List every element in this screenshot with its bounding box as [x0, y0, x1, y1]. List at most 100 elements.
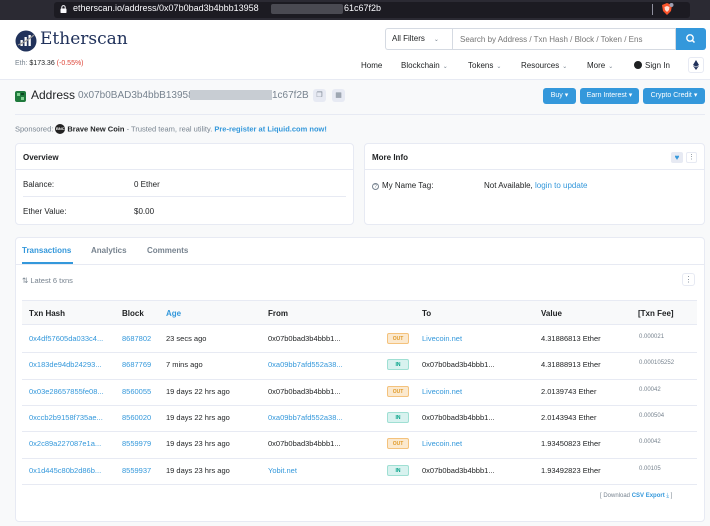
block-link[interactable]: 8687769 [122, 360, 151, 369]
col-age[interactable]: Age [166, 309, 181, 318]
direction-badge: IN [387, 359, 409, 370]
more-options-icon[interactable]: ⋮ [682, 273, 695, 286]
divider [364, 169, 705, 170]
search-filter-select[interactable]: All Filters ⌄ [385, 28, 452, 50]
etherscan-logo-icon[interactable] [15, 30, 37, 52]
block-link[interactable]: 8559979 [122, 439, 151, 448]
nav-resources-label: Resources [521, 61, 560, 70]
txn-value: 4.31888913 Ether [541, 360, 601, 369]
active-tab-indicator [22, 262, 73, 264]
tab-analytics[interactable]: Analytics [91, 246, 127, 255]
tab-comments[interactable]: Comments [147, 246, 188, 255]
nav-signin-label: Sign In [645, 61, 670, 70]
sponsor-logo-icon: BNC [55, 124, 66, 134]
more-options-icon[interactable]: ⋮ [686, 152, 697, 163]
nav-tokens[interactable]: Tokens ⌄ [468, 61, 501, 70]
block-link[interactable]: 8560055 [122, 387, 151, 396]
from-address[interactable]: Yobit.net [268, 466, 297, 475]
sponsored-prefix: Sponsored: [15, 124, 54, 134]
txn-fee: 0.00105 [639, 466, 661, 472]
ethereum-icon [693, 60, 699, 70]
chevron-down-icon: ⌄ [496, 64, 502, 70]
ether-value-label: Ether Value: [23, 207, 67, 216]
redacted-region [190, 90, 272, 100]
name-tag-value: Not Available, login to update [484, 181, 588, 190]
divider [23, 196, 346, 197]
nav-more-label: More [587, 61, 606, 70]
csv-export-note: [ Download CSV Export ⤓ ] [600, 493, 672, 500]
col-txn-fee: [Txn Fee] [638, 309, 674, 318]
eth-price: Eth: $173.36 (-0.55%) [15, 60, 84, 67]
eth-price-label: Eth: [15, 60, 30, 67]
to-address[interactable]: Livecoin.net [422, 439, 462, 448]
nav-signin[interactable]: Sign In [634, 61, 670, 70]
buy-button[interactable]: Buy ▾ [543, 88, 576, 104]
direction-badge: IN [387, 465, 409, 476]
direction-badge: OUT [387, 333, 409, 344]
login-link[interactable]: login to update [535, 181, 588, 190]
chevron-down-icon: ⌄ [442, 64, 448, 70]
csv-export-link[interactable]: CSV Export [632, 493, 665, 499]
tab-transactions[interactable]: Transactions [22, 246, 71, 255]
txn-hash-link[interactable]: 0x2c89a227087e1a... [29, 439, 101, 448]
address-identicon [15, 91, 26, 102]
txn-age: 23 secs ago [166, 334, 207, 343]
divider [15, 264, 705, 265]
block-link[interactable]: 8559937 [122, 466, 151, 475]
earn-interest-button[interactable]: Earn Interest ▾ [580, 88, 639, 104]
txn-hash-link[interactable]: 0x1d445c80b2d86b... [29, 466, 101, 475]
csv-prefix: [ Download [600, 493, 632, 499]
to-address: 0x07b0bad3b4bbb1... [422, 360, 495, 369]
block-link[interactable]: 8687802 [122, 334, 151, 343]
overview-title: Overview [23, 153, 59, 162]
txn-value: 2.0139743 Ether [541, 387, 597, 396]
network-switch[interactable] [688, 57, 704, 73]
eth-price-value: $173.36 [29, 60, 55, 67]
to-address[interactable]: Livecoin.net [422, 334, 462, 343]
nav-home[interactable]: Home [361, 61, 382, 70]
txn-age: 19 days 23 hrs ago [166, 439, 230, 448]
nav-tokens-label: Tokens [468, 61, 494, 70]
crypto-credit-button[interactable]: Crypto Credit ▾ [643, 88, 705, 104]
from-address[interactable]: 0xa09bb7afd552a38... [268, 360, 343, 369]
name-tag-label: ? My Name Tag: [372, 181, 433, 190]
buy-label: Buy [550, 92, 563, 99]
site-logo-text[interactable]: Etherscan [40, 29, 128, 49]
txn-hash-link[interactable]: 0x03e28657855fe08... [29, 387, 104, 396]
txn-value: 1.93450823 Ether [541, 439, 601, 448]
search-input[interactable] [452, 28, 676, 50]
txn-hash-link[interactable]: 0xccb2b9158f735ae... [29, 413, 103, 422]
chevron-down-icon: ▾ [562, 92, 569, 99]
search-button[interactable] [676, 28, 706, 50]
filter-label: All Filters [392, 34, 425, 43]
to-address: 0x07b0bad3b4bbb1... [422, 466, 495, 475]
nav-more[interactable]: More ⌄ [587, 61, 613, 70]
txn-hash-link[interactable]: 0x4df57605da033c4... [29, 334, 103, 343]
qr-code-icon[interactable]: ▦ [332, 89, 345, 102]
divider [15, 114, 705, 115]
more-info-title: More Info [372, 153, 408, 162]
txn-value: 1.93492823 Ether [541, 466, 601, 475]
to-address[interactable]: Livecoin.net [422, 387, 462, 396]
balance-label: Balance: [23, 180, 55, 189]
nav-blockchain[interactable]: Blockchain ⌄ [401, 61, 448, 70]
balance-value: 0 Ether [134, 180, 160, 189]
chevron-down-icon: ▾ [691, 92, 698, 99]
nav-blockchain-label: Blockchain [401, 61, 440, 70]
from-address[interactable]: 0xa09bb7afd552a38... [268, 413, 343, 422]
from-address: 0x07b0bad3b4bbb1... [268, 387, 341, 396]
nav-resources[interactable]: Resources ⌄ [521, 61, 567, 70]
copy-icon[interactable]: ❐ [313, 89, 326, 102]
col-value: Value [541, 309, 562, 318]
sponsor-link[interactable]: Pre-register at Liquid.com now! [214, 124, 327, 133]
txn-hash-link[interactable]: 0x183de94db24293... [29, 360, 102, 369]
txn-fee: 0.000504 [639, 413, 665, 419]
block-link[interactable]: 8560020 [122, 413, 151, 422]
address-hash-tail: 1c67f2B [272, 90, 309, 101]
txn-fee: 0.00042 [639, 387, 661, 393]
direction-badge: OUT [387, 438, 409, 449]
heart-icon[interactable]: ♥ [671, 152, 683, 163]
direction-badge: IN [387, 412, 409, 423]
brave-shield-icon[interactable] [660, 2, 674, 16]
txn-value: 4.31886813 Ether [541, 334, 601, 343]
